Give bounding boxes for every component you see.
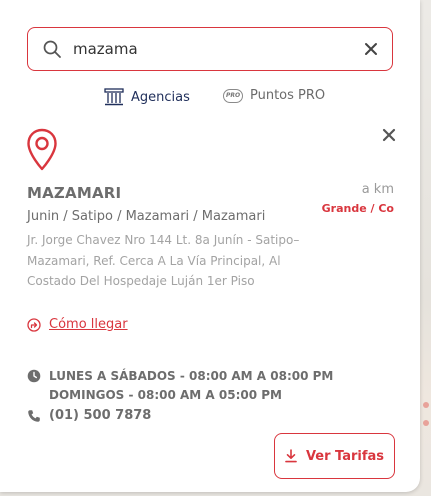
- opening-hours: LUNES A SÁBADOS - 08:00 AM A 08:00 PM DO…: [27, 366, 333, 404]
- hours-weekdays: LUNES A SÁBADOS - 08:00 AM A 08:00 PM: [49, 368, 334, 383]
- search-box: [27, 27, 393, 71]
- phone-row: (01) 500 7878: [27, 408, 151, 423]
- filter-bar: Agencias PRO Puntos PRO: [0, 88, 420, 114]
- close-icon[interactable]: [364, 42, 378, 56]
- hours-spacer: [27, 388, 41, 402]
- phone-icon: [28, 409, 40, 422]
- pro-badge-icon: PRO: [223, 88, 243, 103]
- map-marker: [423, 420, 429, 426]
- location-pin-icon: [27, 128, 57, 171]
- agency-distance: a km: [361, 182, 394, 197]
- filter-pro-label: Puntos PRO: [250, 88, 326, 103]
- clock-icon: [27, 369, 41, 382]
- hours-row: DOMINGOS - 08:00 AM A 05:00 PM: [27, 385, 333, 404]
- download-icon: [285, 449, 297, 463]
- agency-name: MAZAMARI: [27, 184, 122, 202]
- close-card-icon[interactable]: [382, 128, 396, 142]
- agency-panel: Agencias PRO Puntos PRO MAZAMARI a km Gr…: [0, 0, 420, 492]
- filter-puntos-pro[interactable]: PRO Puntos PRO: [223, 88, 325, 103]
- agency-size: Grande / Co: [321, 202, 394, 215]
- filter-agencias[interactable]: Agencias: [104, 88, 190, 106]
- hours-row: LUNES A SÁBADOS - 08:00 AM A 08:00 PM: [27, 366, 333, 385]
- directions-icon: [27, 317, 41, 332]
- search-icon: [43, 40, 61, 58]
- phone-number[interactable]: (01) 500 7878: [49, 408, 151, 423]
- hours-sundays: DOMINGOS - 08:00 AM A 05:00 PM: [49, 387, 282, 402]
- search-input[interactable]: [73, 36, 343, 62]
- building-icon: [104, 88, 124, 106]
- directions-link[interactable]: Cómo llegar: [27, 317, 128, 332]
- map-marker: [423, 402, 429, 408]
- agency-address: Jr. Jorge Chavez Nro 144 Lt. 8a Junín - …: [27, 233, 300, 288]
- ver-tarifas-button[interactable]: Ver Tarifas: [274, 433, 395, 479]
- ver-tarifas-label: Ver Tarifas: [305, 448, 385, 464]
- directions-label: Cómo llegar: [49, 317, 128, 332]
- filter-agencias-label: Agencias: [131, 89, 190, 105]
- agency-region: Junin / Satipo / Mazamari / Mazamari: [27, 209, 266, 224]
